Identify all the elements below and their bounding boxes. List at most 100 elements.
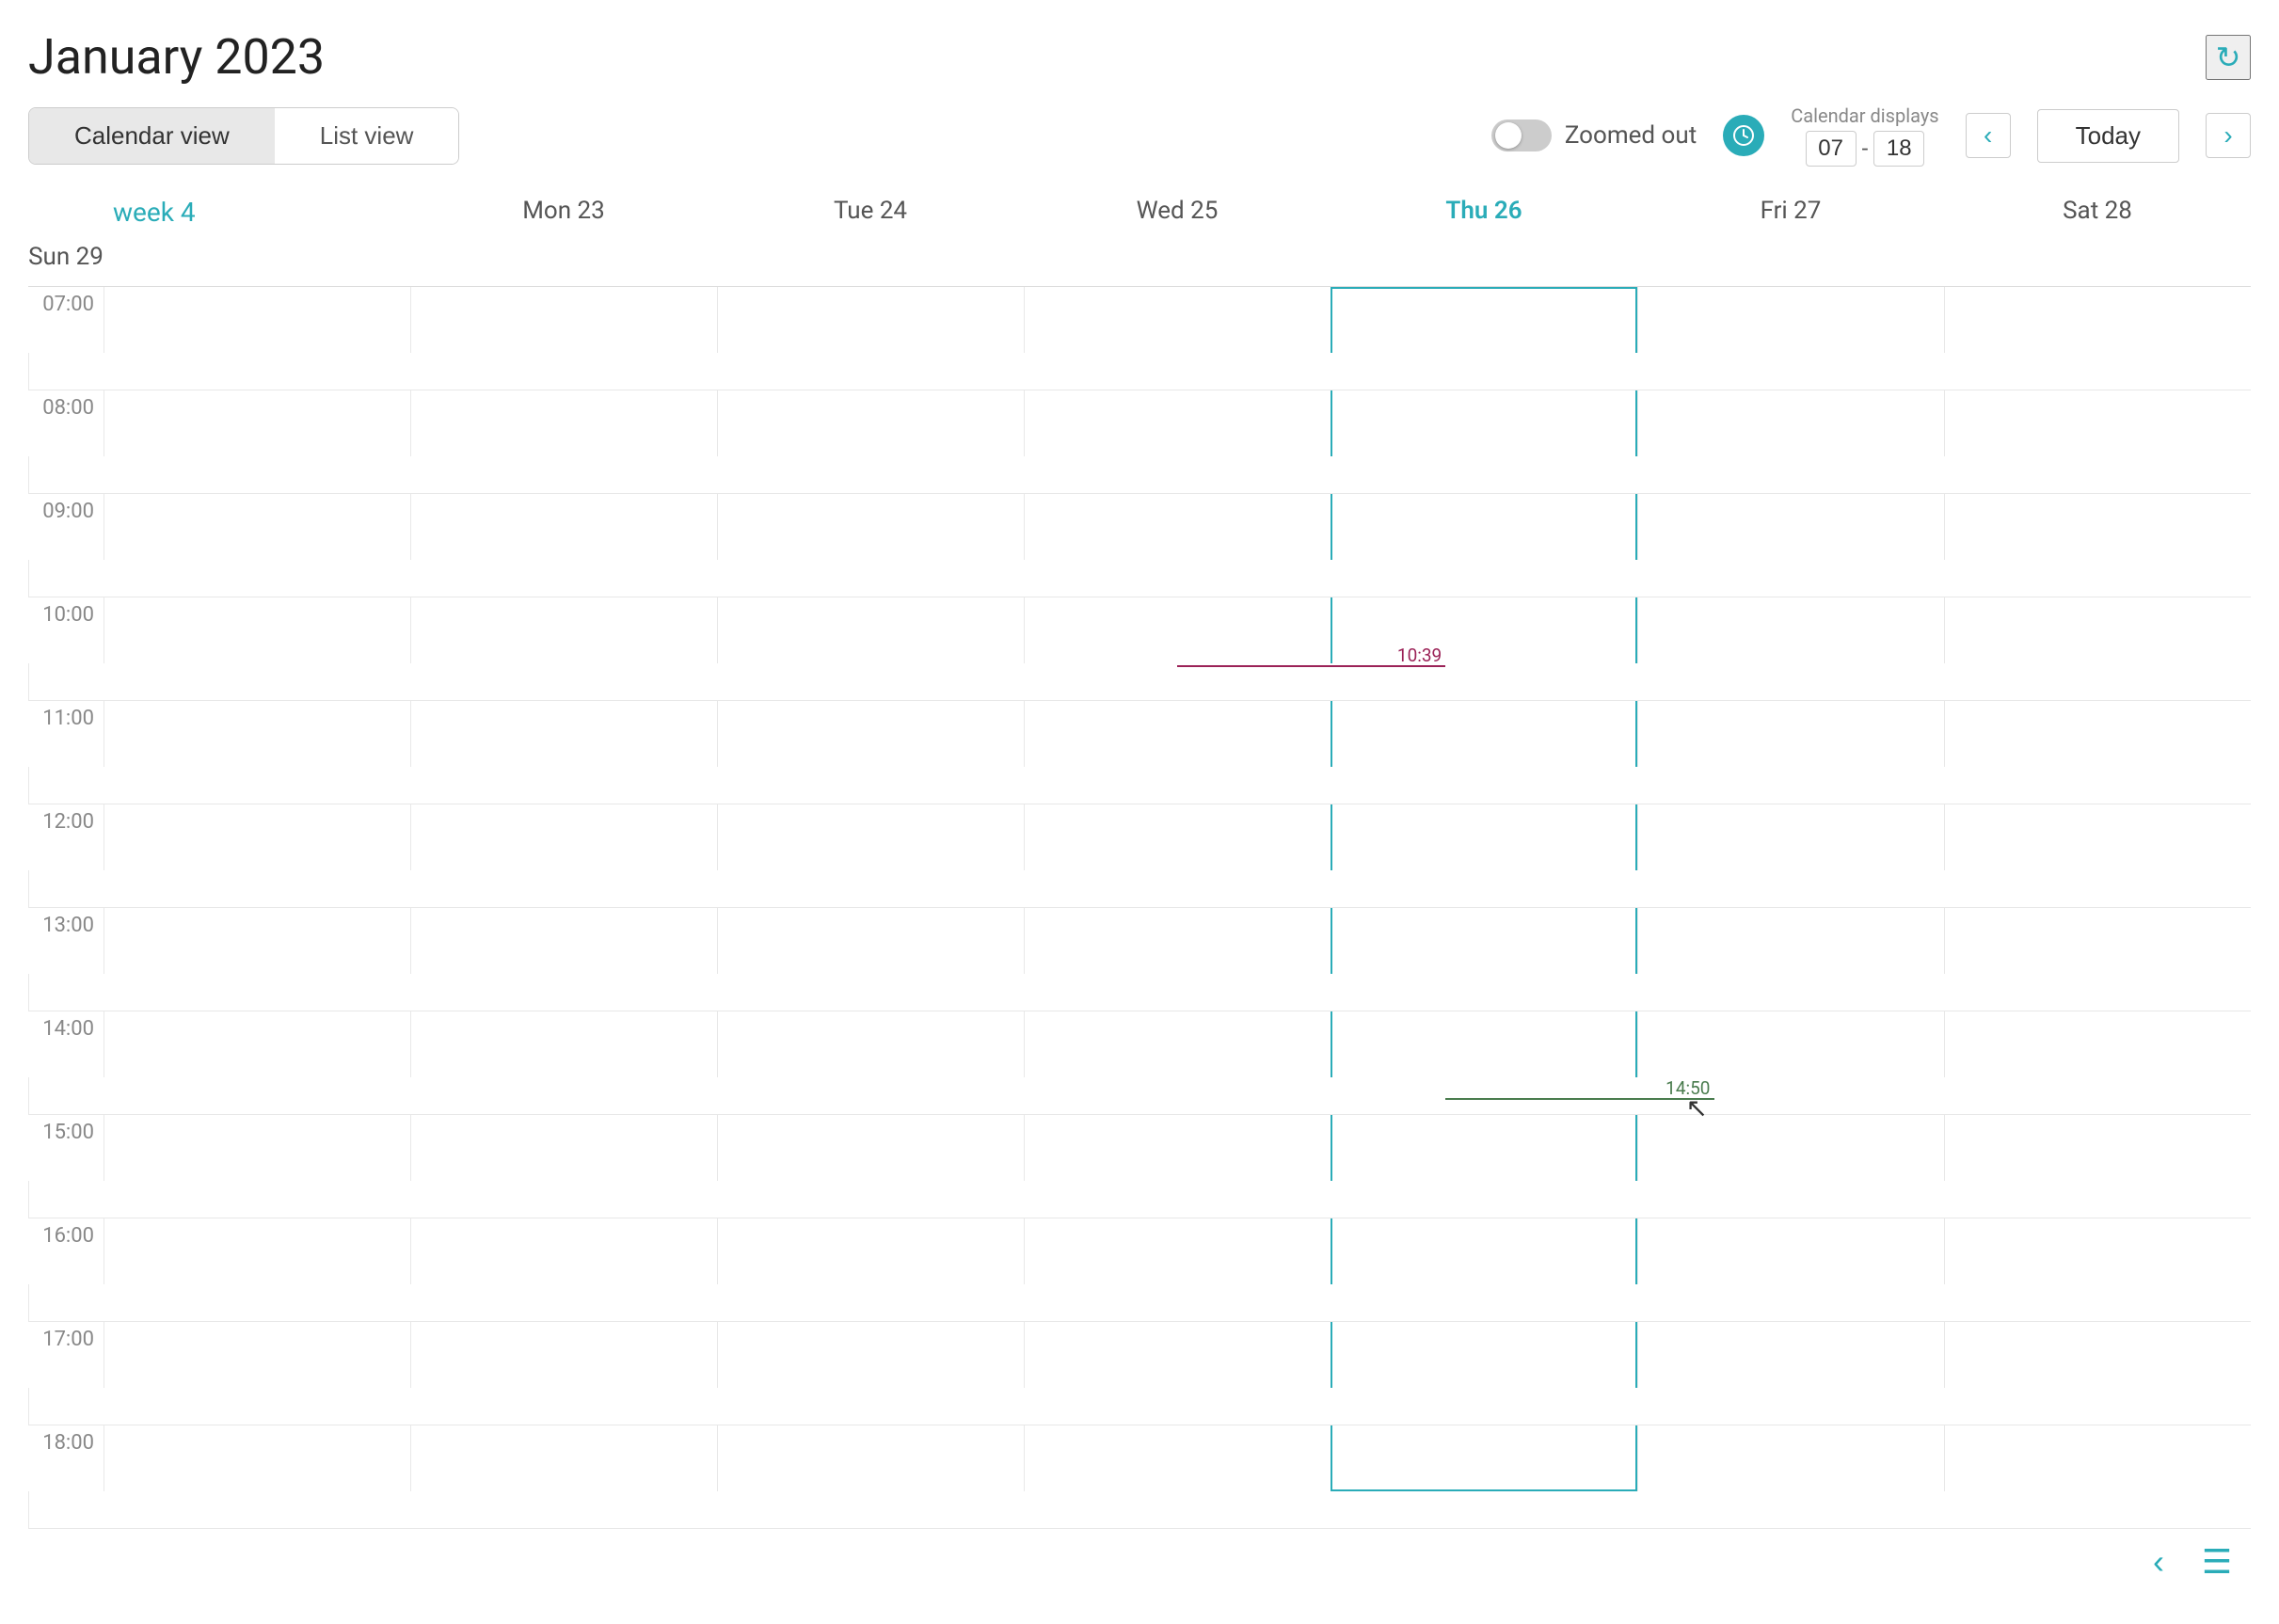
day-cell[interactable] [1944,287,2251,353]
next-week-button[interactable]: › [2206,113,2251,158]
today-cell[interactable] [1331,287,1637,353]
time-to-input[interactable] [1873,131,1924,167]
day-cell[interactable] [410,390,717,456]
day-cell[interactable] [1637,1011,1944,1077]
day-cell[interactable] [104,1322,410,1388]
day-cell[interactable] [1944,908,2251,974]
day-cell[interactable] [28,1181,104,1218]
day-cell[interactable] [1024,1011,1331,1077]
day-cell[interactable] [1637,597,1944,663]
day-cell[interactable] [28,767,104,804]
today-cell[interactable] [1331,494,1637,560]
today-cell[interactable] [1331,597,1637,663]
prev-week-button[interactable]: ‹ [1966,113,2011,158]
day-cell[interactable] [1024,1425,1331,1491]
day-cell[interactable] [1944,494,2251,560]
day-cell[interactable] [104,1425,410,1491]
day-cell[interactable] [104,1115,410,1181]
day-cell[interactable] [104,494,410,560]
day-cell[interactable] [104,701,410,767]
day-cell[interactable] [1637,1425,1944,1491]
day-cell[interactable] [1637,1115,1944,1181]
day-cell[interactable] [1944,1115,2251,1181]
day-cell[interactable] [410,597,717,663]
refresh-button[interactable]: ↻ [2206,35,2251,80]
day-cell[interactable] [1024,1115,1331,1181]
day-cell[interactable] [104,1011,410,1077]
day-cell[interactable] [1944,701,2251,767]
day-cell[interactable] [28,1284,104,1321]
day-cell[interactable] [1024,1322,1331,1388]
day-cell[interactable] [717,908,1024,974]
day-cell[interactable] [717,701,1024,767]
today-cell[interactable] [1331,701,1637,767]
day-cell[interactable] [410,1115,717,1181]
today-cell[interactable] [1331,804,1637,870]
day-cell[interactable] [410,1322,717,1388]
day-cell[interactable] [1637,1322,1944,1388]
day-cell[interactable] [1024,287,1331,353]
zoom-toggle-switch[interactable] [1491,119,1552,151]
day-cell[interactable] [104,390,410,456]
day-cell[interactable] [717,597,1024,663]
day-cell[interactable] [717,1011,1024,1077]
day-cell[interactable] [1024,1218,1331,1284]
today-cell[interactable] [1331,1218,1637,1284]
day-cell[interactable] [1944,390,2251,456]
day-cell[interactable] [717,1322,1024,1388]
calendar-view-button[interactable]: Calendar view [29,108,275,164]
day-cell[interactable] [717,494,1024,560]
day-cell[interactable] [717,287,1024,353]
today-button[interactable]: Today [2037,109,2179,163]
day-cell[interactable] [28,974,104,1011]
day-cell[interactable] [1944,1011,2251,1077]
day-cell[interactable] [28,663,104,700]
today-cell[interactable] [1331,390,1637,456]
day-cell[interactable] [104,1218,410,1284]
day-cell[interactable] [717,804,1024,870]
time-from-input[interactable] [1806,131,1857,167]
day-cell[interactable] [1024,494,1331,560]
today-cell[interactable] [1331,1115,1637,1181]
day-cell[interactable] [717,390,1024,456]
day-cell[interactable] [1637,804,1944,870]
day-cell[interactable] [1637,494,1944,560]
day-cell[interactable] [1637,390,1944,456]
day-cell[interactable] [717,1218,1024,1284]
day-cell[interactable] [28,353,104,390]
day-cell[interactable] [28,456,104,493]
day-cell[interactable] [1024,804,1331,870]
day-cell[interactable] [410,908,717,974]
today-cell[interactable] [1331,908,1637,974]
day-cell[interactable] [1637,908,1944,974]
day-cell[interactable] [28,1077,104,1114]
day-cell[interactable] [1024,701,1331,767]
day-cell[interactable] [28,1388,104,1425]
day-cell[interactable] [1024,908,1331,974]
day-cell[interactable] [410,1011,717,1077]
day-cell[interactable] [717,1425,1024,1491]
day-cell[interactable] [410,804,717,870]
day-cell[interactable] [104,908,410,974]
collapse-button[interactable]: ‹ [2134,1537,2183,1586]
list-toggle-button[interactable]: ☰ [2192,1537,2241,1586]
day-cell[interactable] [717,1115,1024,1181]
list-view-button[interactable]: List view [275,108,459,164]
day-cell[interactable] [28,870,104,907]
week-link[interactable]: week 4 [104,189,410,235]
day-cell[interactable] [1944,1425,2251,1491]
day-cell[interactable] [28,560,104,597]
day-cell[interactable] [410,1425,717,1491]
day-cell[interactable] [410,701,717,767]
today-cell[interactable] [1331,1322,1637,1388]
day-cell[interactable] [1944,804,2251,870]
day-cell[interactable] [104,804,410,870]
day-cell[interactable] [410,287,717,353]
day-cell[interactable] [104,597,410,663]
day-cell[interactable] [410,494,717,560]
day-cell[interactable] [1637,701,1944,767]
day-cell[interactable] [1024,597,1331,663]
day-cell[interactable] [1024,390,1331,456]
day-cell[interactable] [1944,1322,2251,1388]
day-cell[interactable] [28,1491,104,1528]
